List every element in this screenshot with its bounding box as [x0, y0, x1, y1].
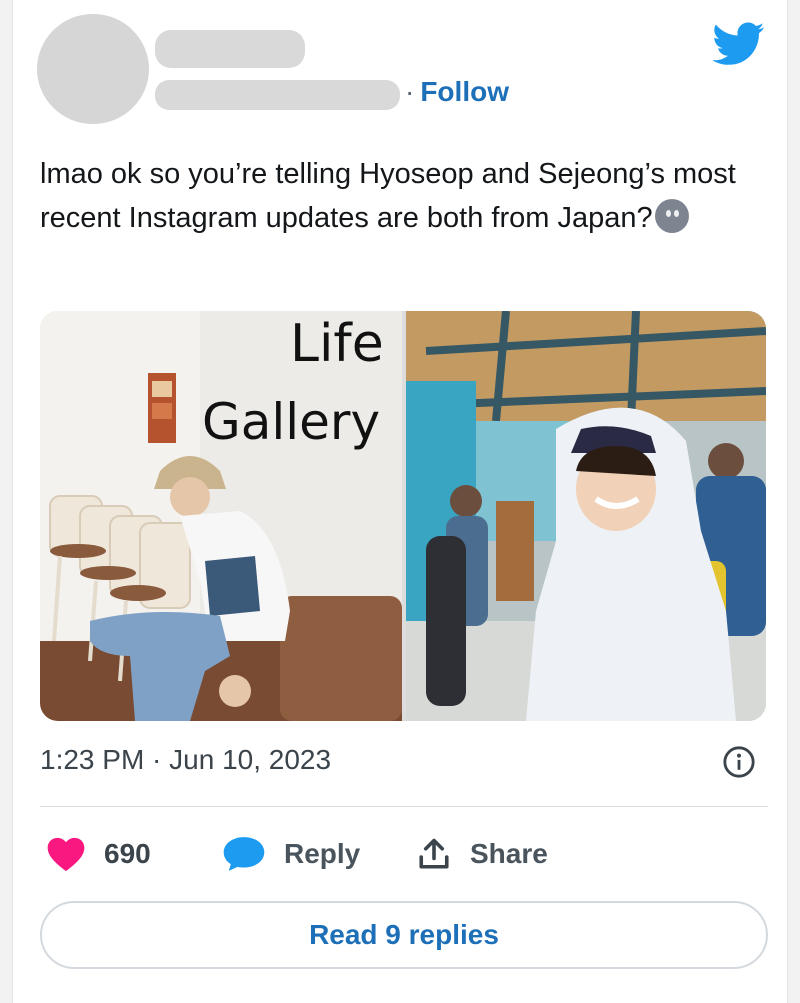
share-label: Share: [470, 838, 548, 869]
photo-left[interactable]: Life Gallery: [40, 311, 402, 721]
like-count: 690: [104, 838, 151, 869]
tweet-media[interactable]: Life Gallery: [40, 311, 766, 721]
info-icon[interactable]: [722, 745, 756, 779]
redacted-display-name: [155, 30, 305, 68]
reply-label: Reply: [284, 838, 361, 869]
read-replies-label: Read 9 replies: [309, 919, 499, 950]
follow-link[interactable]: · Follow: [405, 76, 509, 108]
heart-icon: [47, 837, 85, 872]
share-icon: [419, 838, 449, 869]
action-bar: 690 Reply Share: [40, 832, 760, 876]
read-replies-button[interactable]: Read 9 replies: [40, 901, 768, 969]
twitter-bird-icon[interactable]: [713, 22, 765, 66]
neutral-face-emoji-icon: [654, 199, 689, 233]
redacted-username: [155, 80, 400, 110]
divider: [40, 806, 768, 807]
sign-life: Life: [290, 314, 384, 374]
tweet-text-content: lmao ok so you’re telling Hyoseop and Se…: [40, 158, 736, 234]
photo-right[interactable]: [406, 311, 766, 721]
separator-dot: ·: [405, 76, 415, 107]
tweet-text: lmao ok so you’re telling Hyoseop and Se…: [40, 152, 760, 240]
like-button[interactable]: 690: [46, 832, 151, 876]
speech-bubble-icon: [223, 837, 265, 871]
avatar[interactable]: [37, 14, 149, 124]
reply-button[interactable]: Reply: [222, 832, 360, 876]
follow-label: Follow: [420, 76, 509, 107]
sign-gallery: Gallery: [202, 393, 380, 451]
share-button[interactable]: Share: [416, 832, 548, 876]
tweet-timestamp[interactable]: 1:23 PM · Jun 10, 2023: [40, 744, 331, 776]
